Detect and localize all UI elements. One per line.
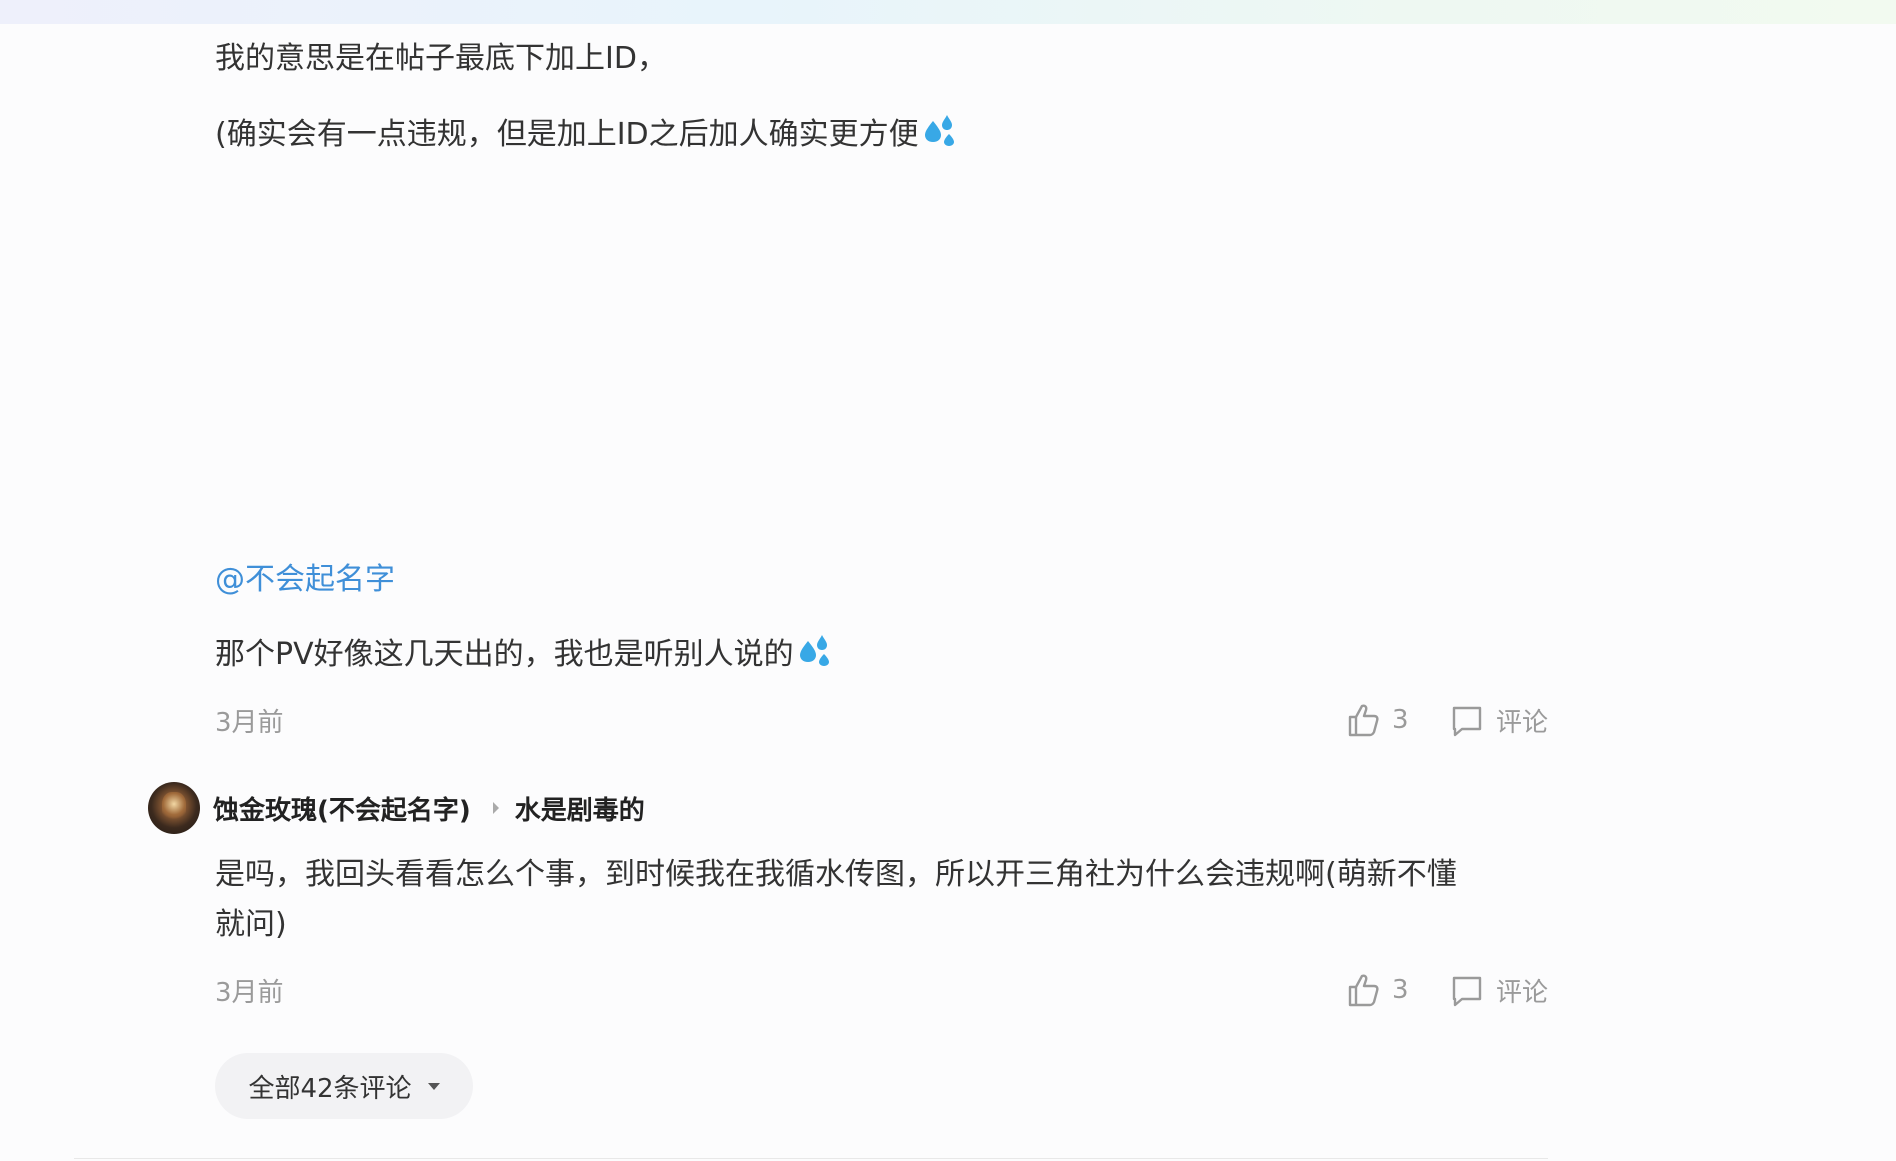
reply-text-line-1: 是吗，我回头看看怎么个事，到时候我在我循水传图，所以开三角社为什么会违规啊(萌新… bbox=[215, 857, 1457, 892]
username[interactable]: 蚀金玫瑰(不会起名字) bbox=[213, 790, 471, 827]
comment-label: 评论 bbox=[1496, 708, 1549, 738]
reply-header: 蚀金玫瑰(不会起名字) 水是剧毒的 bbox=[213, 785, 645, 831]
timestamp: 3月前 bbox=[215, 708, 284, 738]
thumbs-up-icon bbox=[1346, 702, 1380, 738]
reply-arrow-icon bbox=[492, 802, 499, 814]
comment-text-line-2: (确实会有一点违规，但是加上ID之后加人确实更方便 bbox=[215, 110, 959, 166]
caret-down-icon bbox=[427, 1082, 440, 1090]
comment-bubble-icon bbox=[1450, 703, 1484, 739]
comment-text-line-2-content: (确实会有一点违规，但是加上ID之后加人确实更方便 bbox=[215, 117, 919, 152]
like-count: 3 bbox=[1392, 705, 1409, 735]
section-divider bbox=[74, 1158, 1548, 1159]
reply-text-content: 那个PV好像这几天出的，我也是听别人说的 bbox=[215, 637, 794, 672]
mention-link[interactable]: @不会起名字 bbox=[215, 560, 395, 600]
timestamp: 3月前 bbox=[215, 978, 284, 1008]
like-button[interactable]: 3 bbox=[1346, 972, 1409, 1008]
reply-text: 那个PV好像这几天出的，我也是听别人说的 bbox=[215, 630, 834, 686]
comment-button[interactable]: 评论 bbox=[1450, 972, 1548, 1009]
comment-label: 评论 bbox=[1496, 978, 1549, 1008]
reply-text-line-2: 就问) bbox=[215, 907, 287, 942]
thumbs-up-icon bbox=[1346, 972, 1380, 1008]
like-count: 3 bbox=[1392, 975, 1409, 1005]
comment-bubble-icon bbox=[1450, 973, 1484, 1009]
all-comments-label: 全部42条评论 bbox=[248, 1073, 412, 1104]
comment-button[interactable]: 评论 bbox=[1450, 702, 1548, 739]
avatar[interactable] bbox=[148, 782, 200, 834]
reply-to-username[interactable]: 水是剧毒的 bbox=[515, 790, 645, 827]
sweat-droplets-icon bbox=[921, 112, 959, 166]
comment-text-line-1: 我的意思是在帖子最底下加上ID， bbox=[215, 41, 667, 76]
all-comments-button[interactable]: 全部42条评论 bbox=[215, 1053, 473, 1119]
like-button[interactable]: 3 bbox=[1346, 702, 1409, 738]
sweat-droplets-icon bbox=[796, 632, 834, 686]
top-gradient-bar bbox=[0, 0, 1896, 24]
